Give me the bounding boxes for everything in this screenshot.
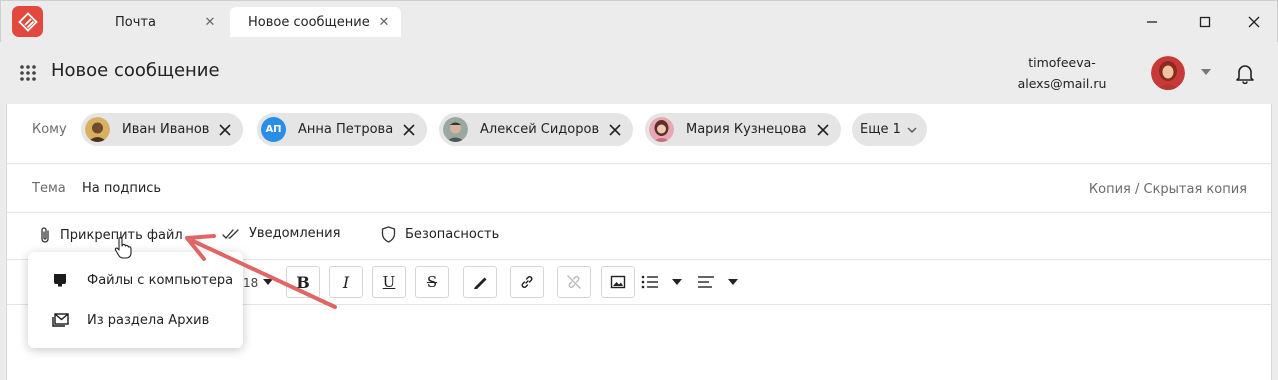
app-logo-icon: [17, 11, 38, 32]
recipients-row: Кому Иван Иванов АП Анна Петрова Алексей: [7, 104, 1271, 164]
menu-item-label: Файлы с компьютера: [87, 272, 234, 288]
subject-row: Тема На подпись Копия / Скрытая копия: [7, 165, 1271, 213]
dropdown-arrow-icon: [672, 279, 682, 285]
to-label: Кому: [32, 122, 67, 137]
text-color-button[interactable]: [463, 266, 497, 298]
title-bar: Почта ✕ Новое сообщение ✕: [0, 0, 1278, 42]
remove-recipient-icon[interactable]: [403, 123, 415, 136]
close-icon: [1248, 16, 1260, 28]
cc-bcc-link[interactable]: Копия / Скрытая копия: [1089, 182, 1247, 197]
strikethrough-icon: S: [426, 273, 438, 291]
remove-link-button[interactable]: [557, 266, 591, 298]
menu-item-label: Из раздела Архив: [87, 312, 210, 328]
unlink-icon: [567, 275, 581, 289]
maximize-icon: [1199, 16, 1211, 28]
underline-icon: U: [382, 273, 396, 291]
recipient-chip[interactable]: Иван Иванов: [81, 113, 244, 146]
shield-icon: [381, 226, 396, 243]
align-button[interactable]: [697, 266, 715, 298]
page-title: Новое сообщение: [51, 60, 220, 81]
app-header: Новое сообщение timofeeva-alexs@mail.ru: [0, 42, 1278, 104]
underline-button[interactable]: U: [372, 266, 406, 298]
avatar: [85, 117, 110, 142]
menu-item-from-archive[interactable]: Из раздела Архив: [28, 300, 243, 340]
font-size-dropdown[interactable]: [263, 266, 273, 298]
recipient-name: Мария Кузнецова: [686, 122, 807, 137]
bullet-list-button[interactable]: [641, 266, 659, 298]
remove-recipient-icon[interactable]: [817, 123, 829, 136]
recipient-name: Алексей Сидоров: [480, 122, 600, 137]
paperclip-icon: [41, 227, 49, 243]
security-button[interactable]: Безопасность: [381, 226, 499, 243]
pen-icon: [474, 277, 487, 289]
app-logo[interactable]: [12, 6, 43, 37]
dropdown-arrow-icon: [263, 279, 273, 285]
bell-icon[interactable]: [1235, 62, 1255, 84]
recipient-name: Иван Иванов: [122, 122, 210, 137]
list-style-dropdown[interactable]: [672, 266, 682, 298]
list-icon: [641, 275, 658, 289]
chevron-down-icon: [907, 127, 917, 133]
remove-recipient-icon[interactable]: [219, 123, 232, 136]
avatar: [649, 117, 674, 142]
bold-button[interactable]: B: [286, 266, 320, 298]
monitor-icon: [54, 274, 66, 287]
align-left-icon: [698, 276, 714, 288]
user-avatar[interactable]: [1151, 56, 1185, 90]
double-check-icon: [222, 228, 239, 239]
avatar: АП: [261, 117, 286, 142]
minimize-icon: [1147, 21, 1157, 23]
tab-label: Почта: [115, 14, 156, 30]
avatar: [443, 117, 468, 142]
attach-file-label: Прикрепить файл: [60, 227, 183, 243]
strikethrough-button[interactable]: S: [415, 266, 449, 298]
tab-new-message[interactable]: Новое сообщение ✕: [230, 7, 401, 37]
more-recipients-button[interactable]: Еще 1: [852, 113, 927, 146]
minimize-button[interactable]: [1139, 9, 1165, 35]
close-window-button[interactable]: [1241, 9, 1267, 35]
notifications-button[interactable]: Уведомления: [222, 226, 340, 241]
tab-label: Новое сообщение: [248, 14, 370, 30]
italic-icon: I: [342, 272, 350, 292]
chevron-down-icon[interactable]: [1201, 69, 1211, 75]
bold-icon: B: [296, 272, 310, 292]
close-tab-icon[interactable]: ✕: [203, 15, 217, 29]
subject-label: Тема: [32, 181, 66, 196]
dropdown-arrow-icon: [728, 279, 738, 285]
recipient-chip[interactable]: АП Анна Петрова: [257, 113, 428, 146]
subject-input[interactable]: На подпись: [82, 181, 161, 196]
tab-mail[interactable]: Почта ✕: [51, 7, 227, 37]
notifications-label: Уведомления: [249, 226, 341, 241]
font-size-value[interactable]: 18: [243, 276, 258, 290]
recipient-chip[interactable]: Алексей Сидоров: [439, 113, 634, 146]
link-icon: [521, 276, 533, 288]
image-icon: [610, 275, 626, 289]
insert-link-button[interactable]: [510, 266, 544, 298]
italic-button[interactable]: I: [329, 266, 363, 298]
align-dropdown[interactable]: [728, 266, 738, 298]
attach-file-button[interactable]: Прикрепить файл: [39, 226, 183, 244]
maximize-button[interactable]: [1192, 9, 1218, 35]
more-recipients-label: Еще 1: [860, 122, 901, 137]
close-tab-icon[interactable]: ✕: [377, 15, 391, 29]
attach-menu: Файлы с компьютера Из раздела Архив: [28, 252, 243, 348]
account-email[interactable]: timofeeva-alexs@mail.ru: [1002, 52, 1122, 94]
avatar-initials: АП: [265, 124, 282, 135]
menu-item-from-computer[interactable]: Файлы с компьютера: [28, 260, 243, 300]
security-label: Безопасность: [405, 227, 500, 242]
apps-grid-icon[interactable]: [19, 64, 37, 82]
remove-recipient-icon[interactable]: [609, 123, 621, 136]
recipient-name: Анна Петрова: [298, 122, 394, 137]
archive-mail-icon: [52, 313, 69, 327]
recipient-chip[interactable]: Мария Кузнецова: [645, 113, 841, 146]
insert-image-button[interactable]: [601, 266, 635, 298]
